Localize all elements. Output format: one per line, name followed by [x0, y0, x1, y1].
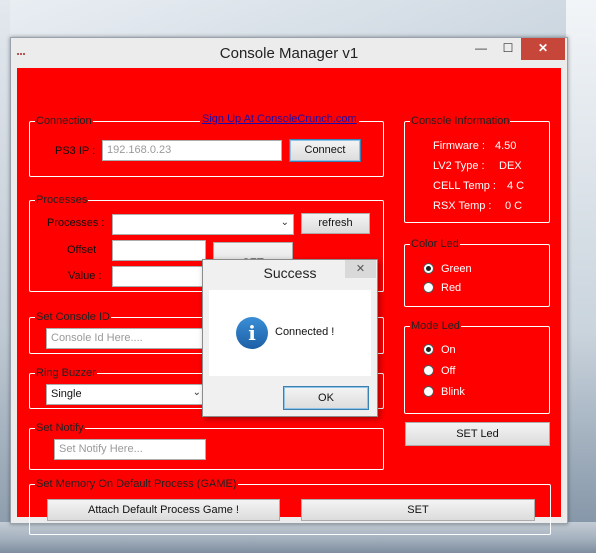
radio-on[interactable] [423, 344, 434, 355]
mode-led-legend: Mode Led [411, 320, 460, 332]
set-led-button[interactable]: SET Led [405, 422, 550, 446]
signup-link[interactable]: Sign Up At ConsoleCrunch.com [200, 113, 359, 125]
desktop-background-left [0, 0, 10, 553]
lv2-type-value: DEX [499, 160, 522, 172]
firmware-value: 4.50 [495, 140, 517, 152]
ring-buzzer-legend: Ring Buzzer [36, 367, 96, 379]
cell-temp-label: CELL Temp : [433, 180, 496, 192]
offset-input[interactable] [112, 240, 206, 261]
connection-legend: Connection [36, 115, 92, 127]
firmware-label: Firmware : [433, 140, 485, 152]
rsx-temp-label: RSX Temp : [433, 200, 492, 212]
rsx-temp-value: 0 C [505, 200, 523, 212]
ring-buzzer-selected-value: Single [51, 388, 82, 400]
radio-red[interactable] [423, 282, 434, 293]
attach-default-process-button[interactable]: Attach Default Process Game ! [47, 499, 280, 521]
cell-temp-value: 4 C [507, 180, 525, 192]
connect-button[interactable]: Connect [289, 139, 361, 162]
color-led-legend: Color Led [411, 238, 459, 250]
radio-blink[interactable] [423, 386, 434, 397]
success-dialog: Success ✕ i Connected ! OK [202, 259, 378, 417]
maximize-button[interactable]: ☐ [495, 38, 521, 60]
dialog-close-button[interactable]: ✕ [345, 260, 376, 278]
radio-on-label[interactable]: On [441, 344, 456, 356]
lv2-type-label: LV2 Type : [433, 160, 485, 172]
console-id-legend: Set Console ID [36, 311, 110, 323]
dialog-message: Connected ! [275, 326, 335, 338]
chevron-down-icon: ⌄ [280, 217, 289, 228]
ps3-ip-input[interactable]: 192.168.0.23 [102, 140, 282, 161]
radio-green-label[interactable]: Green [441, 263, 472, 275]
close-button[interactable]: ✕ [521, 38, 565, 60]
console-id-input[interactable]: Console Id Here.... [46, 328, 206, 349]
notify-input[interactable]: Set Notify Here... [54, 439, 206, 460]
processes-legend: Processes [36, 194, 88, 206]
radio-green[interactable] [423, 263, 434, 274]
value-label: Value : [68, 270, 102, 282]
radio-blink-label[interactable]: Blink [441, 386, 465, 398]
notify-legend: Set Notify [36, 422, 84, 434]
ring-buzzer-dropdown[interactable]: Single ⌄ [46, 384, 206, 405]
value-input[interactable] [112, 266, 206, 287]
ps3-ip-label: PS3 IP : [55, 145, 96, 157]
radio-red-label[interactable]: Red [441, 282, 461, 294]
radio-off[interactable] [423, 365, 434, 376]
minimize-button[interactable]: — [467, 38, 495, 60]
refresh-button[interactable]: refresh [301, 213, 370, 234]
radio-off-label[interactable]: Off [441, 365, 455, 377]
chevron-down-icon: ⌄ [192, 387, 201, 398]
dialog-body: i Connected ! [209, 290, 371, 376]
memory-set-button[interactable]: SET [301, 499, 535, 521]
console-info-legend: Console Information [411, 115, 510, 127]
desktop-background-right [566, 0, 596, 553]
offset-label: Offset [67, 244, 97, 256]
processes-dropdown[interactable]: ⌄ [112, 214, 294, 235]
dialog-ok-button[interactable]: OK [283, 386, 369, 410]
processes-label: Processes : [47, 217, 105, 229]
info-icon: i [236, 317, 268, 349]
title-bar[interactable]: Console Manager v1 — ☐ ✕ [11, 38, 567, 68]
memory-legend: Set Memory On Default Process (GAME) [36, 478, 237, 490]
